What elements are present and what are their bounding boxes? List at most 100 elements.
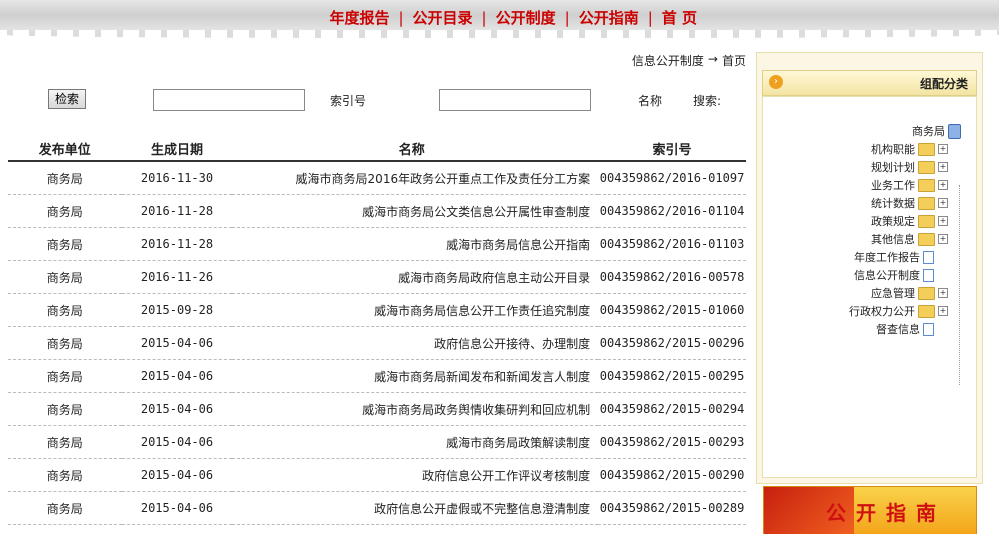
cell-unit: 商务局 [8, 227, 122, 261]
nav-decorative-edge [0, 30, 999, 38]
cell-name-link[interactable]: 威海市商务局政策解读制度 [232, 425, 599, 459]
header-date: 生成日期 [121, 136, 233, 162]
tree-item-label: 机构职能 [871, 143, 915, 156]
table-row: 商务局2015-04-06政府信息公开工作保密审查规定004359862/201… [8, 524, 746, 534]
tree-item[interactable]: + 其他信息 [871, 231, 948, 247]
cell-date: 2015-04-06 [121, 425, 233, 459]
folder-icon [918, 304, 935, 318]
tree-item[interactable]: + 统计数据 [871, 195, 948, 211]
nav-home-link[interactable]: 首 页 [656, 7, 703, 28]
document-icon [923, 322, 934, 336]
tree-item[interactable]: + 行政权力公开 [849, 303, 948, 319]
cell-date: 2015-09-28 [121, 293, 233, 327]
nav-separator: | [481, 8, 487, 27]
expand-plus-icon[interactable]: + [938, 162, 948, 172]
expand-plus-icon[interactable]: + [938, 288, 948, 298]
chevron-right-icon[interactable]: › [769, 75, 783, 89]
expand-plus-icon[interactable]: + [938, 198, 948, 208]
expand-plus-icon[interactable]: + [938, 144, 948, 154]
top-nav-bar: 首 页 | 公开指南 | 公开制度 | 公开目录 | 年度报告 [0, 0, 999, 38]
sidebar-title: 组配分类 [919, 77, 968, 91]
tree-item[interactable]: 年度工作报告 [854, 249, 934, 265]
cell-date: 2015-04-06 [121, 326, 233, 360]
header-index: 索引号 [598, 136, 746, 162]
cell-name-link[interactable]: 威海市商务局公文类信息公开属性审查制度 [232, 194, 599, 228]
table-row: 商务局 2016-11-30 威海市商务局2016年政务公开重点工作及责任分工方案 0… [8, 161, 746, 195]
cell-name-link[interactable]: 威海市商务局新闻发布和新闻发言人制度 [232, 359, 599, 393]
cell-index: 004359862/2016-01097 [598, 161, 746, 195]
tree-item[interactable]: 信息公开制度 [854, 267, 934, 283]
folder-icon [918, 160, 935, 174]
tree-item[interactable]: + 机构职能 [871, 141, 948, 157]
cell-index: 004359862/2015-00289 [598, 491, 746, 525]
table-row: 商务局 2015-04-06 政府信息公开工作评议考核制度 004359862/201… [8, 458, 746, 492]
tree-item[interactable]: 督查信息 [876, 321, 934, 337]
tree-item[interactable]: + 应急管理 [871, 285, 948, 301]
table-row: 商务局 2016-11-28 威海市商务局信息公开指南 004359862/2016-… [8, 227, 746, 261]
cell-index: 004359862/2015-00293 [598, 425, 746, 459]
breadcrumb-arrow-icon: → [707, 52, 718, 66]
cell-date: 2015-04-06 [121, 491, 233, 525]
cell-name-link[interactable]: 政府信息公开工作评议考核制度 [232, 458, 599, 492]
cell-date: 2016-11-26 [121, 260, 233, 294]
search-button[interactable]: 检索 [48, 89, 86, 109]
cell-index: 004359862/2015-00296 [598, 326, 746, 360]
cell-name-link[interactable]: 威海市商务局政务舆情收集研判和回应机制 [232, 392, 599, 426]
header-name: 名称 [232, 136, 599, 162]
cell-unit: 商务局 [8, 524, 122, 534]
folder-icon [918, 286, 935, 300]
nav-guide-link[interactable]: 公开指南 [573, 7, 645, 28]
cell-date: 2016-11-30 [121, 161, 233, 195]
cell-unit: 商务局 [8, 326, 122, 360]
tree-item[interactable]: + 政策规定 [871, 213, 948, 229]
cell-name-link[interactable]: 政府信息公开工作保密审查规定 [232, 524, 599, 534]
index-search-input[interactable] [153, 89, 305, 111]
tree-item-label: 其他信息 [871, 233, 915, 246]
public-guide-banner[interactable]: 公开指南 [763, 486, 977, 534]
cell-unit: 商务局 [8, 425, 122, 459]
cell-name-link[interactable]: 威海市商务局信息公开工作责任追究制度 [232, 293, 599, 327]
cell-index: 004359862/2016-01104 [598, 194, 746, 228]
cell-unit: 商务局 [8, 359, 122, 393]
cell-date: 2016-11-28 [121, 227, 233, 261]
folder-icon [918, 142, 935, 156]
nav-system-link[interactable]: 公开制度 [490, 7, 562, 28]
nav-catalog-link[interactable]: 公开目录 [407, 7, 479, 28]
table-header-row: 发布单位 生成日期 名称 索引号 [8, 136, 746, 162]
banner-text: 公开指南 [826, 501, 946, 525]
category-tree: 商务局 + 机构职能 + 规划计划 + 业务工作 + 统计数据 + 政策规定 + 其他信息 年度工作报告… [762, 96, 977, 478]
root-node-icon [948, 123, 961, 139]
cell-name-link[interactable]: 威海市商务局信息公开指南 [232, 227, 599, 261]
breadcrumb-current: 信息公开制度 [631, 54, 704, 68]
expand-plus-icon[interactable]: + [938, 216, 948, 226]
table-row: 商务局 2015-09-28 威海市商务局信息公开工作责任追究制度 004359862… [8, 293, 746, 327]
cell-unit: 商务局 [8, 293, 122, 327]
nav-annual-report-link[interactable]: 年度报告 [323, 7, 395, 28]
tree-root[interactable]: 商务局 [912, 123, 961, 139]
table-row: 商务局 2016-11-26 威海市商务局政府信息主动公开目录 004359862/2… [8, 260, 746, 294]
name-search-input[interactable] [439, 89, 591, 111]
cell-unit: 商务局 [8, 161, 122, 195]
tree-item[interactable]: + 规划计划 [871, 159, 948, 175]
sidebar-header: › 组配分类 [762, 70, 977, 96]
expand-plus-icon[interactable]: + [938, 234, 948, 244]
cell-name-link[interactable]: 威海市商务局2016年政务公开重点工作及责任分工方案 [232, 161, 599, 195]
cell-index: 004359862/2016-00578 [598, 260, 746, 294]
folder-icon [918, 214, 935, 228]
expand-plus-icon[interactable]: + [938, 180, 948, 190]
cell-index: 004359862/2015-00295 [598, 359, 746, 393]
cell-name-link[interactable]: 政府信息公开虚假或不完整信息澄清制度 [232, 491, 599, 525]
cell-name-link[interactable]: 政府信息公开接待、办理制度 [232, 326, 599, 360]
cell-name-link[interactable]: 威海市商务局政府信息主动公开目录 [232, 260, 599, 294]
nav-separator: | [647, 8, 653, 27]
breadcrumb-home-link[interactable]: 首页 [722, 52, 746, 69]
cell-date: 2015-04-06 [121, 458, 233, 492]
cell-unit: 商务局 [8, 458, 122, 492]
top-nav-links: 首 页 | 公开指南 | 公开制度 | 公开目录 | 年度报告 [323, 7, 703, 28]
tree-item[interactable]: + 业务工作 [871, 177, 948, 193]
cell-index: 004359862/2015-00288 [598, 524, 746, 534]
folder-icon [918, 232, 935, 246]
search-label: 搜索: [692, 94, 721, 108]
expand-plus-icon[interactable]: + [938, 306, 948, 316]
cell-index: 004359862/2015-00294 [598, 392, 746, 426]
